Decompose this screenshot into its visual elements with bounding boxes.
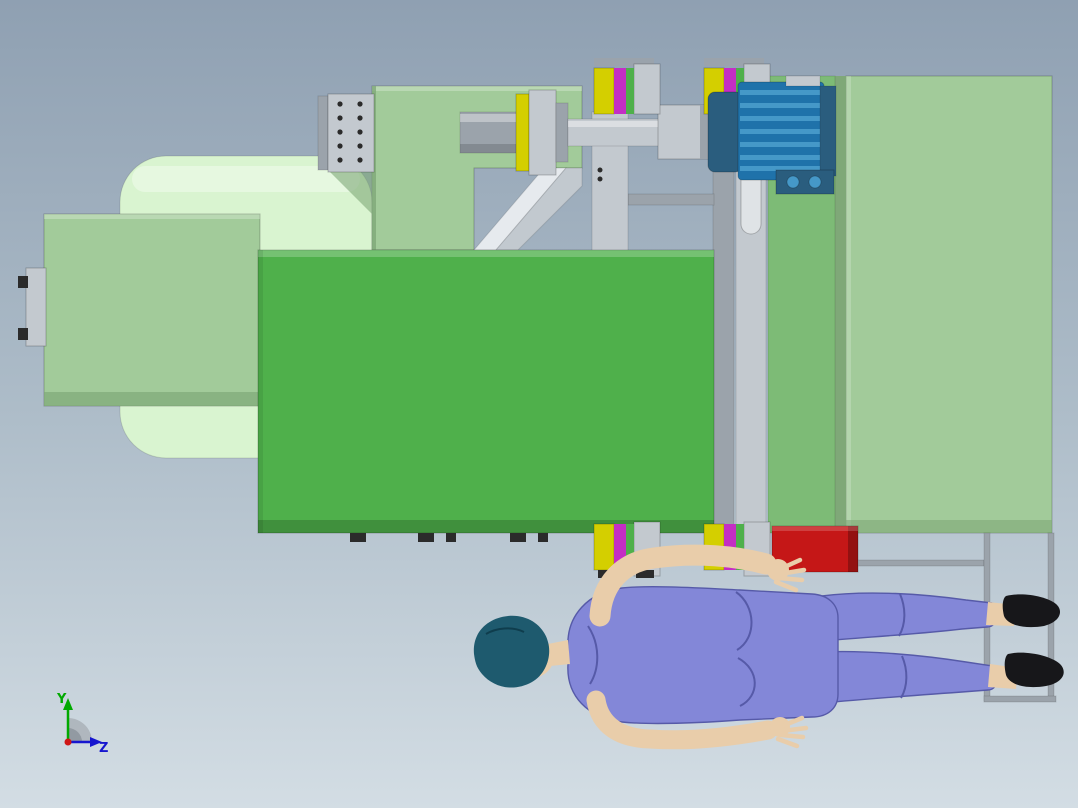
mannequin-shoe (1004, 652, 1064, 688)
bearing-magenta (614, 68, 626, 114)
red-block-highlight (772, 526, 858, 531)
main-body-face (257, 249, 715, 534)
bolt-hole (337, 115, 343, 121)
bearing-block-top-left[interactable] (593, 58, 661, 115)
bolt-hole (357, 101, 363, 107)
shaft-highlight (460, 114, 522, 122)
main-body-highlight (258, 250, 714, 257)
shaft-shade (460, 144, 522, 153)
bolt-hole (337, 157, 343, 163)
axis-label-z: Z (99, 741, 108, 756)
bearing-yellow (593, 67, 615, 115)
spacer-ring-yellow (515, 93, 530, 172)
shaft-hub (555, 102, 569, 163)
flange-back (317, 95, 329, 171)
bearing-yellow (593, 523, 615, 571)
rear-panel-edge (835, 76, 846, 533)
bolt-hole (357, 115, 363, 121)
rear-panel-bottom-shade (846, 520, 1052, 533)
base-bolts (350, 533, 548, 542)
flange-plate (327, 93, 375, 173)
motor-fin (740, 155, 822, 160)
model-canvas[interactable]: Y Z (0, 0, 1078, 808)
frame-base (983, 695, 1057, 703)
orientation-triad: Y Z (56, 692, 108, 756)
bolt-hole (357, 157, 363, 163)
base-bolt (538, 533, 548, 542)
bolt-hole (337, 143, 343, 149)
red-block-edge (848, 526, 858, 572)
terminal-gland (808, 175, 822, 189)
motor-fin (740, 116, 822, 121)
left-cabinet-shade (44, 392, 260, 406)
base-bolt (350, 533, 366, 542)
machine-left-cabinet[interactable] (18, 213, 261, 407)
bracket-bolt (18, 276, 28, 288)
left-cabinet-body (43, 213, 261, 407)
bolt-hole (597, 176, 603, 182)
mannequin-leg-lower (821, 650, 999, 704)
human-mannequin[interactable] (473, 544, 1064, 750)
motor-fin (740, 129, 822, 134)
motor-fin (740, 103, 822, 108)
bolt-hole (357, 129, 363, 135)
bolt-hole (357, 143, 363, 149)
x-axis-origin-dot (64, 738, 72, 746)
bearing-housing (633, 63, 661, 115)
motor-lift-lug (785, 75, 821, 87)
bolt-hole (337, 129, 343, 135)
frame-rail (857, 559, 985, 567)
motor-terminal-box (775, 169, 835, 195)
cross-bar (627, 193, 715, 206)
bearing-green (626, 68, 634, 114)
main-body-edge (258, 250, 263, 533)
rear-panel-highlight (846, 76, 851, 533)
bolt-hole (597, 167, 603, 173)
rear-panel (845, 75, 1053, 534)
terminal-gland (786, 175, 800, 189)
mannequin-hair (473, 615, 550, 688)
motor-fin (740, 90, 822, 95)
axis-label-y: Y (56, 692, 67, 707)
left-bracket (25, 267, 47, 347)
shaft-disc (528, 89, 557, 176)
left-cabinet-highlight (44, 214, 260, 219)
motor-rear-cap (819, 85, 837, 177)
mannequin-leg-upper (821, 592, 998, 642)
shaft-mid-highlight (568, 121, 660, 127)
bolt-hole (337, 101, 343, 107)
motor-front-cap (707, 91, 743, 173)
bracket-bolt (18, 328, 28, 340)
motor-fin (740, 142, 822, 147)
cad-viewport[interactable]: Y Z (0, 0, 1078, 808)
machine-main-body[interactable] (257, 249, 715, 542)
base-bolt (510, 533, 526, 542)
base-bolt (446, 533, 456, 542)
base-bolt (418, 533, 434, 542)
